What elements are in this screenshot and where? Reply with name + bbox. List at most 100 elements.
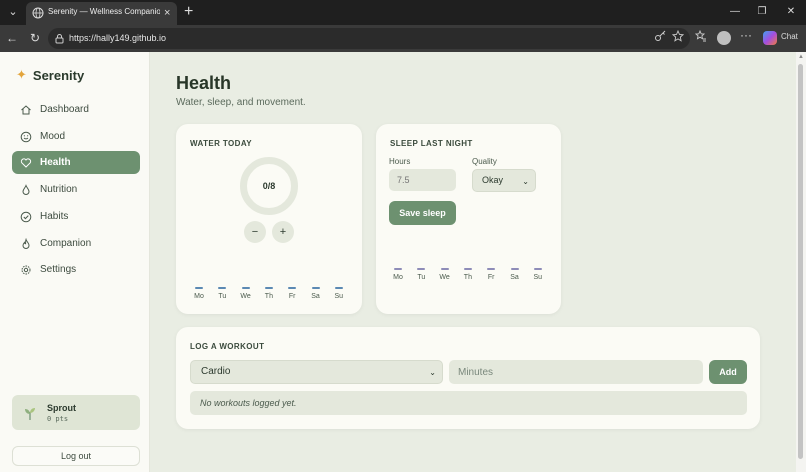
new-tab-icon[interactable]: + xyxy=(184,2,193,22)
day-label: Th xyxy=(463,274,472,281)
day-bar: Th xyxy=(259,287,279,300)
check-circle-icon xyxy=(20,211,32,222)
increase-water-button[interactable]: + xyxy=(272,221,294,243)
sidebar-item-dashboard[interactable]: Dashboard xyxy=(12,98,140,121)
star-icon[interactable] xyxy=(672,30,684,42)
workout-type-value: Cardio xyxy=(201,366,231,377)
day-label: Mo xyxy=(393,274,403,281)
save-sleep-button[interactable]: Save sleep xyxy=(389,201,456,225)
copilot-icon[interactable] xyxy=(763,31,777,45)
hours-label: Hours xyxy=(389,157,411,166)
page-title: Health xyxy=(176,73,232,93)
key-icon[interactable] xyxy=(654,30,666,42)
day-bar-mark xyxy=(288,287,297,289)
sidebar-item-companion[interactable]: Companion xyxy=(12,232,140,255)
minimize-icon[interactable]: — xyxy=(727,4,743,20)
day-bar-mark xyxy=(417,268,426,270)
day-label: Th xyxy=(264,293,273,300)
page-subtitle: Water, sleep, and movement. xyxy=(176,97,306,108)
brand[interactable]: ✦ Serenity xyxy=(16,67,84,83)
add-workout-button[interactable]: Add xyxy=(709,360,747,384)
day-label: Fr xyxy=(288,293,296,300)
day-label: Sa xyxy=(311,293,320,300)
sidebar-item-health[interactable]: Health xyxy=(12,151,140,174)
day-label: Su xyxy=(533,274,543,281)
day-bar: Tu xyxy=(212,287,232,300)
sleep-card-title: SLEEP LAST NIGHT xyxy=(390,139,473,148)
day-bar-mark xyxy=(218,287,227,289)
sidebar-item-label: Habits xyxy=(40,211,69,222)
more-icon[interactable]: ··· xyxy=(740,28,752,42)
day-label: Tu xyxy=(218,293,227,300)
profile-card[interactable]: Sprout 0 pts xyxy=(12,395,140,430)
brand-name: Serenity xyxy=(32,67,85,83)
day-bar: Su xyxy=(528,268,548,281)
day-label: We xyxy=(439,274,450,281)
workout-card: LOG A WORKOUT Cardio ⌄ Add No workouts l… xyxy=(176,327,760,429)
restore-icon[interactable]: ❐ xyxy=(754,4,770,20)
scroll-thumb[interactable] xyxy=(798,64,803,459)
favorites-icon[interactable] xyxy=(695,30,707,42)
minutes-input[interactable] xyxy=(449,360,703,384)
chat-label[interactable]: Chat xyxy=(781,32,798,41)
browser-tab-bar: ⌄ Serenity — Wellness Companion × + — ❐ … xyxy=(0,0,806,25)
url-field[interactable]: https://hally149.github.io xyxy=(48,28,690,49)
address-bar: ← ↻ https://hally149.github.io ··· Chat xyxy=(0,25,806,52)
day-bar: Fr xyxy=(481,268,501,281)
day-label: Mo xyxy=(194,293,204,300)
sidebar-item-mood[interactable]: Mood xyxy=(12,125,140,148)
day-bar-mark xyxy=(533,268,542,270)
day-label: Su xyxy=(334,293,344,300)
day-bar-mark xyxy=(463,268,472,270)
tab-menu-icon[interactable]: ⌄ xyxy=(4,3,22,21)
gear-icon xyxy=(21,265,31,274)
refresh-icon[interactable]: ↻ xyxy=(27,30,43,46)
url-text: https://hally149.github.io xyxy=(69,33,167,43)
globe-icon xyxy=(32,7,44,19)
sidebar-item-label: Health xyxy=(40,157,71,168)
day-bar: Tu xyxy=(411,268,431,281)
day-bar-mark xyxy=(394,268,402,270)
sidebar-item-label: Companion xyxy=(40,238,92,249)
sidebar: ✦ Serenity Dashboard Mood Health Nutriti… xyxy=(0,52,150,472)
day-bar-mark xyxy=(487,268,496,270)
sidebar-item-settings[interactable]: Settings xyxy=(12,258,140,281)
day-bar: Sa xyxy=(306,287,326,300)
day-bar-mark xyxy=(241,287,250,289)
back-icon[interactable]: ← xyxy=(4,30,20,46)
day-bar: Th xyxy=(458,268,478,281)
profile-icon[interactable] xyxy=(717,31,731,45)
window-close-icon[interactable]: ✕ xyxy=(783,4,799,20)
quality-select[interactable]: Okay ⌄ xyxy=(472,169,536,192)
lock-icon xyxy=(55,34,64,44)
sidebar-item-label: Nutrition xyxy=(40,184,78,195)
water-card: WATER TODAY 0/8 − + Mo Tu We Th Fr Sa Su xyxy=(176,124,362,314)
close-icon[interactable]: × xyxy=(164,6,170,20)
sidebar-item-nutrition[interactable]: Nutrition xyxy=(12,178,140,201)
heart-icon xyxy=(20,157,32,168)
chevron-down-icon: ⌄ xyxy=(522,177,529,186)
hours-input[interactable] xyxy=(389,169,456,191)
quality-label: Quality xyxy=(472,157,497,166)
day-label: Tu xyxy=(417,274,426,281)
workout-card-title: LOG A WORKOUT xyxy=(190,342,265,351)
day-label: We xyxy=(240,293,251,300)
decrease-water-button[interactable]: − xyxy=(244,221,266,243)
day-bar: Mo xyxy=(189,287,209,300)
sidebar-item-label: Dashboard xyxy=(40,104,89,115)
browser-tab[interactable]: Serenity — Wellness Companion × xyxy=(26,2,177,25)
workout-type-select[interactable]: Cardio ⌄ xyxy=(190,360,443,384)
day-bar: Fr xyxy=(282,287,302,300)
day-bar: We xyxy=(236,287,256,300)
workout-empty-message: No workouts logged yet. xyxy=(190,391,747,415)
sidebar-item-label: Mood xyxy=(40,131,66,142)
drop-icon xyxy=(22,183,30,195)
scroll-up-icon[interactable]: ▲ xyxy=(796,52,806,62)
sprout-icon xyxy=(25,408,35,420)
sidebar-item-habits[interactable]: Habits xyxy=(12,205,140,228)
logout-button[interactable]: Log out xyxy=(12,446,140,466)
quality-value: Okay xyxy=(482,175,504,185)
profile-points: 0 pts xyxy=(47,415,69,423)
chevron-down-icon: ⌄ xyxy=(429,368,436,377)
tab-title: Serenity — Wellness Companion xyxy=(48,7,160,16)
